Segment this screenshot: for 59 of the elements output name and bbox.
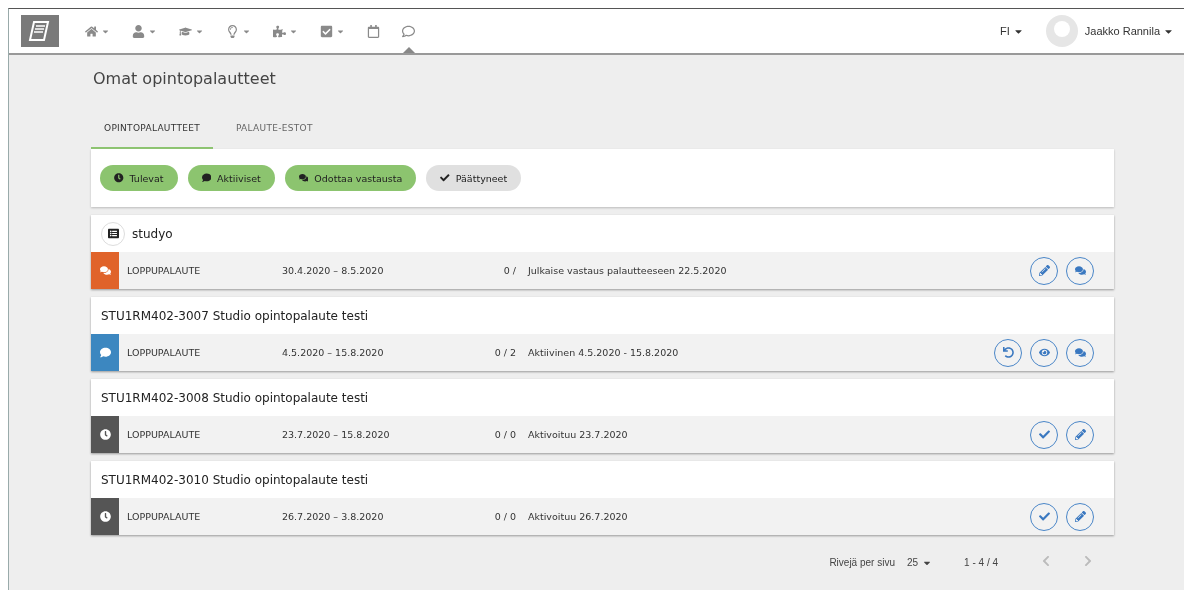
home-icon (85, 24, 98, 38)
logo-icon[interactable] (21, 15, 59, 47)
feedback-type: LOPPUPALAUTE (127, 265, 202, 276)
course-title: studyo (132, 226, 173, 241)
speech-bubbles-icon (1074, 265, 1086, 276)
date-range: 26.7.2020 – 3.8.2020 (282, 511, 385, 522)
status-text: Julkaise vastaus palautteeseen 22.5.2020 (528, 265, 727, 276)
check-icon (440, 173, 450, 183)
avatar-icon (1045, 15, 1078, 47)
pencil-icon (1074, 429, 1086, 440)
user-menu[interactable]: Jaakko Rannila (1045, 15, 1174, 47)
date-range: 30.4.2020 – 8.5.2020 (282, 265, 385, 276)
feedback-type: LOPPUPALAUTE (127, 511, 202, 522)
response-count: 0 / 2 (493, 347, 516, 358)
response-count: 0 / 0 (493, 511, 516, 522)
page-title: Omat opintopalautteet (93, 69, 277, 88)
course-title: STU1RM402-3007 Studio opintopalaute testi (101, 308, 369, 323)
response-count: 0 / 0 (493, 429, 516, 440)
language-menu[interactable]: FI (1000, 25, 1024, 37)
rows-per-page-select[interactable]: 25 (906, 557, 933, 568)
date-range: 4.5.2020 – 15.8.2020 (282, 347, 385, 358)
puzzle-icon (273, 24, 286, 38)
calendar-icon (367, 24, 380, 38)
feedback-type: LOPPUPALAUTE (127, 429, 202, 440)
course-title: STU1RM402-3010 Studio opintopalaute testi (101, 472, 369, 487)
chevron-right-icon (1082, 555, 1094, 567)
status-text: Aktiivinen 4.5.2020 - 15.8.2020 (528, 347, 679, 358)
speech-bubble-icon (402, 24, 415, 38)
clock-icon (99, 511, 111, 522)
clock-icon (114, 173, 124, 183)
undo-icon (1002, 347, 1014, 358)
speech-bubbles-icon (298, 173, 309, 183)
date-range: 23.7.2020 – 15.8.2020 (282, 429, 391, 440)
filter-chip[interactable]: Tulevat (100, 165, 178, 191)
response-count: 0 / (502, 265, 516, 276)
filter-chip[interactable]: Aktiiviset (187, 165, 275, 191)
page-range: 1 - 4 / 4 (964, 557, 998, 568)
status-text: Aktivoituu 26.7.2020 (528, 511, 628, 522)
feedback-type: LOPPUPALAUTE (127, 347, 202, 358)
pencil-icon (1074, 511, 1086, 522)
pencil-icon (1038, 265, 1050, 276)
checkbox-icon (320, 24, 333, 38)
speech-bubbles-icon (1074, 347, 1086, 358)
speech-bubble-icon (201, 173, 212, 183)
check-icon (1038, 429, 1050, 440)
check-icon (1038, 511, 1050, 522)
chevron-left-icon (1040, 555, 1052, 567)
filter-chip[interactable]: Päättyneet (426, 165, 522, 191)
speech-bubbles-icon (99, 265, 111, 276)
user-icon (132, 24, 145, 38)
rows-per-page-label: Rivejä per sivu (829, 557, 895, 568)
speech-bubble-icon (99, 347, 111, 358)
status-text: Aktivoituu 23.7.2020 (528, 429, 628, 440)
clock-icon (99, 429, 111, 440)
course-title: STU1RM402-3008 Studio opintopalaute testi (101, 390, 369, 405)
filter-chip[interactable]: Odottaa vastausta (284, 165, 417, 191)
eye-icon (1038, 347, 1050, 358)
lightbulb-icon (226, 24, 239, 38)
tab[interactable]: PALAUTE-ESTOT (222, 123, 326, 149)
